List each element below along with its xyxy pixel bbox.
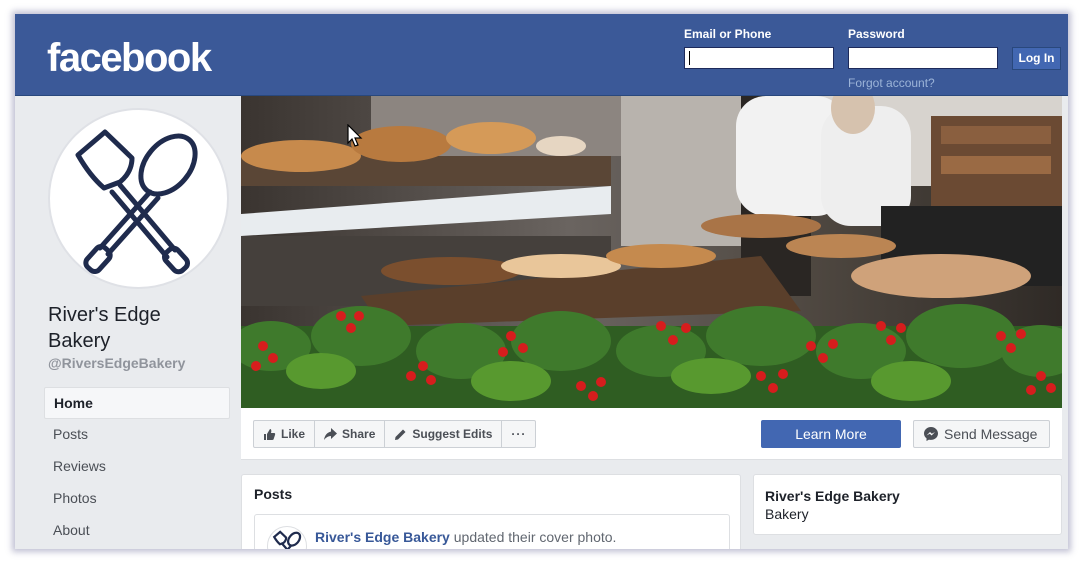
sidebar-item-posts[interactable]: Posts (44, 419, 230, 451)
email-field[interactable] (684, 47, 834, 69)
posts-title: Posts (254, 486, 293, 502)
forgot-account-link[interactable]: Forgot account? (848, 76, 935, 90)
thumbs-up-icon (264, 428, 276, 440)
crossed-spatula-spoon-icon (272, 530, 302, 549)
share-label: Share (342, 427, 376, 441)
bakery-display-cover-photo (241, 96, 1062, 408)
suggest-edits-label: Suggest Edits (412, 427, 493, 441)
sidebar-item-reviews[interactable]: Reviews (44, 451, 230, 483)
top-bar: facebook Email or Phone Password Log In … (15, 14, 1068, 96)
page-handle[interactable]: @RiversEdgeBakery (48, 355, 185, 371)
mouse-cursor-icon (347, 124, 363, 147)
learn-more-button[interactable]: Learn More (761, 420, 901, 448)
facebook-logo[interactable]: facebook (47, 36, 212, 81)
page-actions: Like Share Suggest Edits ··· (253, 420, 537, 448)
post-item[interactable]: River's Edge Bakery updated their cover … (254, 514, 730, 549)
post-author-link[interactable]: River's Edge Bakery (315, 529, 450, 545)
cover-photo[interactable] (241, 96, 1062, 408)
left-sidebar: River's Edge Bakery @RiversEdgeBakery Ho… (15, 96, 241, 549)
sidebar-item-about[interactable]: About (44, 515, 230, 547)
post-author-avatar[interactable] (267, 526, 307, 549)
sidebar-nav: Home Posts Reviews Photos About (44, 387, 230, 547)
more-options-button[interactable]: ··· (502, 421, 535, 447)
email-label: Email or Phone (684, 27, 772, 41)
sidebar-item-home[interactable]: Home (44, 387, 230, 419)
send-message-button[interactable]: Send Message (913, 420, 1050, 448)
text-caret (689, 50, 690, 65)
send-message-label: Send Message (944, 426, 1038, 442)
about-category[interactable]: Bakery (765, 506, 809, 522)
login-button[interactable]: Log In (1012, 47, 1061, 70)
like-label: Like (281, 427, 306, 441)
password-field[interactable] (848, 47, 998, 69)
profile-avatar[interactable] (48, 108, 229, 289)
browser-frame: facebook Email or Phone Password Log In … (15, 14, 1068, 549)
share-arrow-icon (324, 428, 338, 440)
share-button[interactable]: Share (315, 421, 386, 447)
sidebar-item-photos[interactable]: Photos (44, 483, 230, 515)
post-action-text: updated their cover photo. (449, 529, 617, 545)
pencil-icon (395, 429, 406, 440)
posts-card: Posts River's Edge Bakery updated their … (241, 474, 741, 549)
crossed-spatula-spoon-icon (75, 129, 198, 275)
like-button[interactable]: Like (254, 421, 316, 447)
page-action-bar: Like Share Suggest Edits ··· Learn More … (241, 408, 1062, 460)
about-page-name[interactable]: River's Edge Bakery (765, 488, 900, 504)
about-card: River's Edge Bakery Bakery (753, 474, 1062, 535)
page-name[interactable]: River's Edge Bakery (48, 302, 228, 354)
more-dots-icon: ··· (511, 427, 527, 441)
post-text: River's Edge Bakery updated their cover … (315, 529, 616, 545)
password-label: Password (848, 27, 905, 41)
messenger-icon (924, 427, 938, 441)
suggest-edits-button[interactable]: Suggest Edits (385, 421, 503, 447)
